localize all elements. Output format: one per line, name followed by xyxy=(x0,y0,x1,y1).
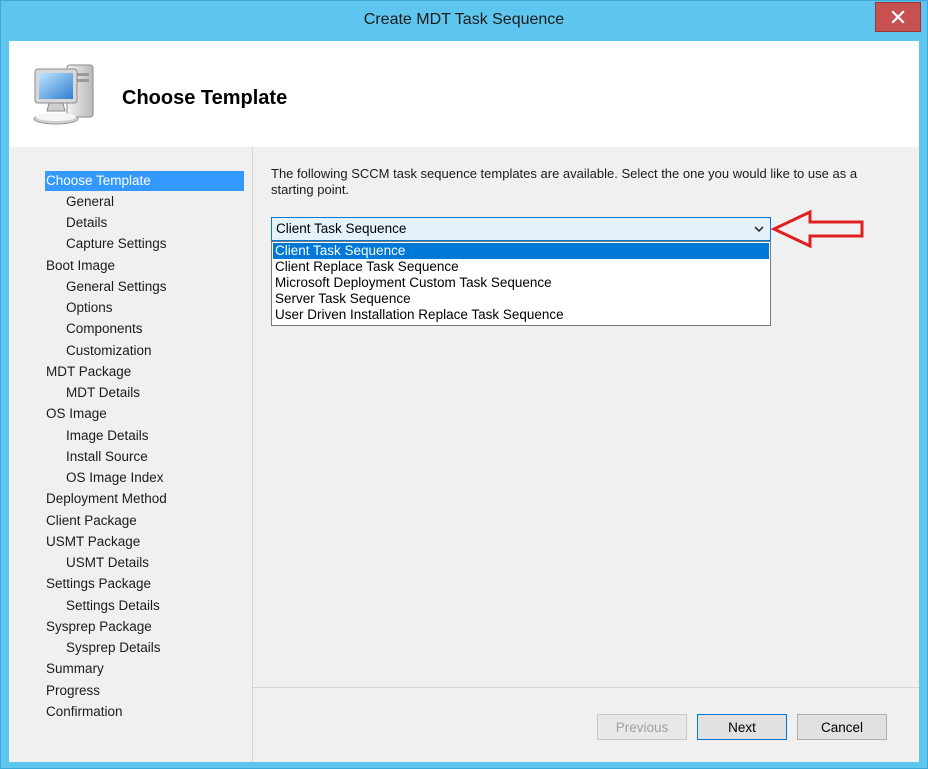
nav-item-usmt-package[interactable]: USMT Package xyxy=(46,532,140,552)
title-bar[interactable]: Create MDT Task Sequence xyxy=(1,1,927,41)
template-option[interactable]: User Driven Installation Replace Task Se… xyxy=(273,307,769,323)
nav-item-sysprep-package[interactable]: Sysprep Package xyxy=(46,617,152,637)
template-option[interactable]: Server Task Sequence xyxy=(273,291,769,307)
template-option[interactable]: Client Replace Task Sequence xyxy=(273,259,769,275)
nav-item-image-details[interactable]: Image Details xyxy=(66,426,149,446)
next-button[interactable]: Next xyxy=(697,714,787,740)
wizard-body: Choose Template Choose Template General … xyxy=(9,41,919,762)
nav-item-progress[interactable]: Progress xyxy=(46,681,100,701)
chevron-down-icon xyxy=(754,226,764,233)
nav-item-settings-details[interactable]: Settings Details xyxy=(66,596,160,616)
nav-item-boot-image[interactable]: Boot Image xyxy=(46,256,115,276)
nav-item-settings-package[interactable]: Settings Package xyxy=(46,574,151,594)
template-option[interactable]: Client Task Sequence xyxy=(273,243,769,259)
previous-button[interactable]: Previous xyxy=(597,714,687,740)
wizard-window: Create MDT Task Sequence Choose Template… xyxy=(0,0,928,769)
close-button[interactable] xyxy=(875,2,921,32)
template-option[interactable]: Microsoft Deployment Custom Task Sequenc… xyxy=(273,275,769,291)
nav-item-client-package[interactable]: Client Package xyxy=(46,511,137,531)
template-select-value: Client Task Sequence xyxy=(276,221,407,236)
nav-item-general[interactable]: General xyxy=(66,192,114,212)
page-title: Choose Template xyxy=(122,87,288,109)
cancel-button[interactable]: Cancel xyxy=(797,714,887,740)
wizard-steps-nav: Choose Template General Details Capture … xyxy=(9,147,253,762)
nav-item-details[interactable]: Details xyxy=(66,213,107,233)
close-icon xyxy=(891,10,905,24)
nav-item-os-image[interactable]: OS Image xyxy=(46,404,107,424)
nav-item-general-settings[interactable]: General Settings xyxy=(66,277,167,297)
nav-item-usmt-details[interactable]: USMT Details xyxy=(66,553,149,573)
nav-item-deployment-method[interactable]: Deployment Method xyxy=(46,489,167,509)
nav-item-choose-template[interactable]: Choose Template xyxy=(45,171,244,191)
computer-icon xyxy=(33,64,94,125)
nav-item-install-source[interactable]: Install Source xyxy=(66,447,148,467)
nav-item-sysprep-details[interactable]: Sysprep Details xyxy=(66,638,161,658)
template-dropdown-list: Client Task Sequence Client Replace Task… xyxy=(271,241,771,326)
nav-item-summary[interactable]: Summary xyxy=(46,659,104,679)
annotation-arrow-icon xyxy=(770,209,864,249)
button-bar: Previous Next Cancel xyxy=(253,687,919,762)
window-title: Create MDT Task Sequence xyxy=(363,11,565,28)
nav-item-mdt-package[interactable]: MDT Package xyxy=(46,362,131,382)
nav-item-os-image-index[interactable]: OS Image Index xyxy=(66,468,164,488)
nav-item-capture-settings[interactable]: Capture Settings xyxy=(66,234,167,254)
nav-item-components[interactable]: Components xyxy=(66,319,143,339)
nav-item-mdt-details[interactable]: MDT Details xyxy=(66,383,140,403)
nav-item-confirmation[interactable]: Confirmation xyxy=(46,702,123,722)
template-prompt: The following SCCM task sequence templat… xyxy=(271,166,858,197)
page-header: Choose Template xyxy=(9,41,919,147)
template-select[interactable]: Client Task Sequence xyxy=(271,217,771,241)
nav-item-customization[interactable]: Customization xyxy=(66,341,152,361)
nav-item-options[interactable]: Options xyxy=(66,298,113,318)
